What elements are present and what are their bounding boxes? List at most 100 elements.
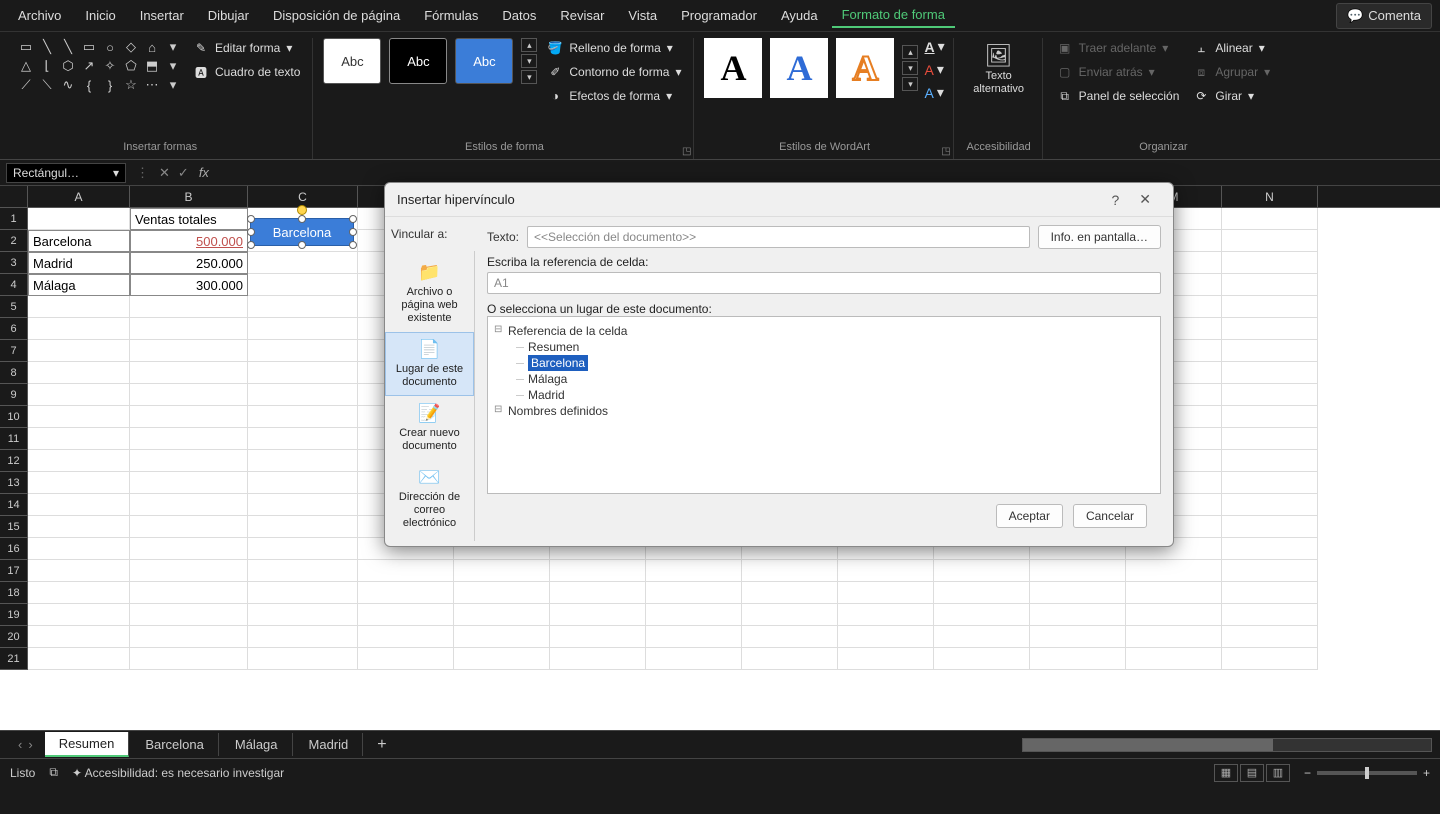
style-preset[interactable]: Abc bbox=[323, 38, 381, 84]
row-header[interactable]: 20 bbox=[0, 626, 28, 648]
row-header[interactable]: 19 bbox=[0, 604, 28, 626]
shape-icon[interactable]: ⟍ bbox=[37, 76, 57, 94]
fx-icon[interactable]: fx bbox=[195, 165, 213, 180]
cell[interactable] bbox=[28, 604, 130, 626]
row-header[interactable]: 14 bbox=[0, 494, 28, 516]
shape-icon[interactable]: ◇ bbox=[121, 38, 141, 56]
cell[interactable] bbox=[130, 560, 248, 582]
cell[interactable] bbox=[28, 560, 130, 582]
cell[interactable] bbox=[28, 340, 130, 362]
text-outline-button[interactable]: A ▾ bbox=[924, 61, 944, 78]
gallery-up-icon[interactable]: ▴ bbox=[902, 45, 918, 59]
cell[interactable] bbox=[248, 252, 358, 274]
wordart-preset[interactable]: A bbox=[836, 38, 894, 98]
cell[interactable] bbox=[248, 648, 358, 670]
cell[interactable] bbox=[742, 648, 838, 670]
resize-handle[interactable] bbox=[349, 215, 357, 223]
tree-leaf[interactable]: Resumen bbox=[494, 339, 1154, 355]
select-all-corner[interactable] bbox=[0, 186, 28, 207]
row-header[interactable]: 10 bbox=[0, 406, 28, 428]
menu-programador[interactable]: Programador bbox=[671, 4, 767, 27]
cell[interactable] bbox=[1222, 428, 1318, 450]
cell[interactable] bbox=[28, 384, 130, 406]
cell[interactable] bbox=[130, 428, 248, 450]
menu-formulas[interactable]: Fórmulas bbox=[414, 4, 488, 27]
nav-email[interactable]: ✉️Dirección de correo electrónico bbox=[385, 460, 474, 537]
menu-datos[interactable]: Datos bbox=[492, 4, 546, 27]
cell[interactable] bbox=[28, 208, 130, 230]
cell[interactable] bbox=[454, 560, 550, 582]
cell[interactable] bbox=[1222, 384, 1318, 406]
cell[interactable] bbox=[248, 516, 358, 538]
cell[interactable] bbox=[1222, 340, 1318, 362]
cell[interactable] bbox=[248, 296, 358, 318]
resize-handle[interactable] bbox=[349, 228, 357, 236]
cell[interactable] bbox=[130, 626, 248, 648]
shape-icon[interactable]: ⬡ bbox=[58, 57, 78, 75]
cell[interactable] bbox=[130, 318, 248, 340]
cell[interactable] bbox=[1126, 648, 1222, 670]
cell[interactable] bbox=[1222, 274, 1318, 296]
macro-icon[interactable]: ⧉ bbox=[49, 765, 58, 780]
shape-style-gallery[interactable]: Abc Abc Abc ▴ ▾ ▾ bbox=[323, 38, 537, 84]
cell[interactable] bbox=[838, 604, 934, 626]
wordart-preset[interactable]: A bbox=[704, 38, 762, 98]
gallery-up-icon[interactable]: ▴ bbox=[521, 38, 537, 52]
shape-icon[interactable]: ╲ bbox=[37, 38, 57, 56]
cell[interactable] bbox=[1222, 516, 1318, 538]
nav-place-in-doc[interactable]: 📄Lugar de este documento bbox=[385, 332, 474, 396]
shape-icon[interactable]: ╲ bbox=[58, 38, 78, 56]
row-header[interactable]: 17 bbox=[0, 560, 28, 582]
cell[interactable] bbox=[130, 494, 248, 516]
cell[interactable] bbox=[646, 560, 742, 582]
tree-leaf[interactable]: Málaga bbox=[494, 371, 1154, 387]
cell[interactable] bbox=[454, 604, 550, 626]
cancel-button[interactable]: Cancelar bbox=[1073, 504, 1147, 528]
cell[interactable] bbox=[838, 560, 934, 582]
shape-icon[interactable]: ✧ bbox=[100, 57, 120, 75]
dialog-launcher-icon[interactable]: ◳ bbox=[941, 146, 950, 157]
cell[interactable] bbox=[358, 626, 454, 648]
resize-handle[interactable] bbox=[298, 241, 306, 249]
cell[interactable] bbox=[130, 406, 248, 428]
cell[interactable] bbox=[1222, 648, 1318, 670]
cell[interactable] bbox=[550, 582, 646, 604]
cell[interactable] bbox=[1030, 626, 1126, 648]
shape-icon[interactable]: △ bbox=[16, 57, 36, 75]
tree-leaf[interactable]: Barcelona bbox=[494, 355, 1154, 371]
cell[interactable] bbox=[28, 582, 130, 604]
shape-effects-button[interactable]: ◑Efectos de forma ▾ bbox=[543, 86, 685, 106]
name-box[interactable]: Rectángul…▾ bbox=[6, 163, 126, 183]
cell[interactable] bbox=[130, 516, 248, 538]
sheet-tab[interactable]: Madrid bbox=[295, 733, 364, 756]
shape-icon[interactable]: ↗ bbox=[79, 57, 99, 75]
cell[interactable] bbox=[28, 516, 130, 538]
shapes-gallery[interactable]: ▭╲╲▭○◇⌂▾ △⌊⬡↗✧⬠⬒▾ ⟋⟍∿{}☆⋯▾ bbox=[16, 38, 183, 94]
menu-ayuda[interactable]: Ayuda bbox=[771, 4, 828, 27]
cell[interactable] bbox=[1222, 582, 1318, 604]
cell[interactable] bbox=[248, 274, 358, 296]
shape-rectangle[interactable]: Barcelona bbox=[250, 218, 354, 246]
cell[interactable] bbox=[1126, 626, 1222, 648]
cell[interactable]: Madrid bbox=[28, 252, 130, 274]
cell[interactable] bbox=[742, 560, 838, 582]
sheet-tab[interactable]: Barcelona bbox=[131, 733, 219, 756]
resize-handle[interactable] bbox=[298, 215, 306, 223]
menu-vista[interactable]: Vista bbox=[618, 4, 667, 27]
shape-icon[interactable]: ∿ bbox=[58, 76, 78, 94]
cell[interactable] bbox=[28, 318, 130, 340]
cell[interactable] bbox=[248, 472, 358, 494]
cell-ref-input[interactable] bbox=[487, 272, 1161, 294]
cell[interactable] bbox=[28, 428, 130, 450]
tree-node[interactable]: Nombres definidos bbox=[494, 403, 1154, 419]
cell[interactable] bbox=[550, 626, 646, 648]
col-header[interactable]: B bbox=[130, 186, 248, 207]
cell[interactable] bbox=[1030, 582, 1126, 604]
shape-icon[interactable]: ⌂ bbox=[142, 38, 162, 56]
shape-icon[interactable]: } bbox=[100, 76, 120, 94]
menu-dibujar[interactable]: Dibujar bbox=[198, 4, 259, 27]
row-header[interactable]: 9 bbox=[0, 384, 28, 406]
style-preset[interactable]: Abc bbox=[389, 38, 447, 84]
shape-icon[interactable]: { bbox=[79, 76, 99, 94]
cell[interactable] bbox=[130, 582, 248, 604]
